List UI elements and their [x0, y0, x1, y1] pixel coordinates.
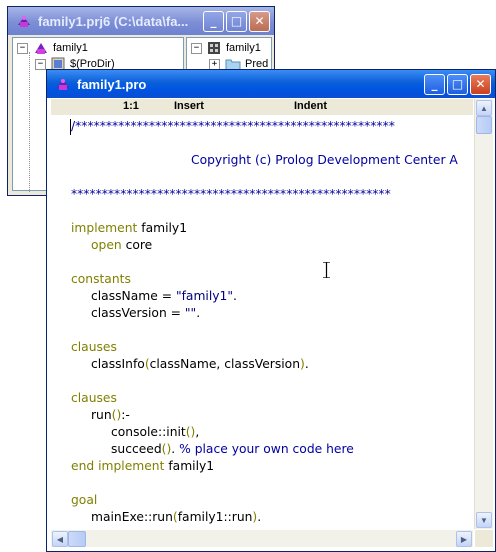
cursor-position: 1:1 — [123, 100, 139, 112]
keyword: open — [91, 238, 122, 252]
vertical-scroll-thumb[interactable] — [476, 116, 492, 134]
code-line: succeed(). % place your own code here — [111, 441, 354, 458]
code-text: . — [171, 442, 180, 456]
code-line: Copyright (c) Prolog Development Center … — [191, 153, 458, 167]
code-line: console::init(), — [111, 424, 199, 441]
expand-icon[interactable]: + — [209, 58, 220, 70]
vertical-scrollbar[interactable]: ▲ ▼ — [474, 99, 493, 529]
indent-mode: Indent — [294, 100, 327, 112]
identifier: family1 — [164, 459, 215, 473]
code-text: . — [304, 357, 309, 371]
editor-window-title: family1.pro — [77, 76, 147, 92]
project-maximize-button[interactable]: □ — [226, 10, 247, 32]
code-line: run():- — [91, 407, 130, 424]
code-text: className = — [91, 289, 176, 303]
code-line: implement family1 — [71, 220, 187, 237]
paren: () — [185, 425, 196, 439]
editor-maximize-button[interactable]: □ — [447, 73, 468, 95]
code-line: /***************************************… — [71, 119, 395, 133]
scroll-right-button[interactable]: ▶ — [456, 531, 472, 547]
code-text: . — [257, 510, 262, 524]
insert-mode: Insert — [174, 100, 204, 112]
horizontal-scroll-thumb[interactable] — [68, 531, 86, 547]
keyword: end implement — [71, 459, 165, 473]
code-text: mainExe::run — [91, 510, 173, 524]
scroll-left-button[interactable]: ◀ — [52, 531, 68, 547]
editor-status-ruler: 1:1 Insert Indent — [51, 99, 473, 115]
code-line: open core — [91, 237, 152, 254]
code-text: . — [233, 289, 237, 303]
code-line: constants — [71, 272, 131, 286]
code-text: run — [91, 408, 112, 422]
package-icon — [208, 42, 220, 54]
code-line: ****************************************… — [71, 187, 391, 201]
ibeam-cursor-icon — [323, 262, 330, 278]
code-text: classInfo — [91, 357, 145, 371]
code-line: clauses — [71, 340, 117, 354]
string-literal: "family1" — [175, 289, 234, 303]
horizontal-scrollbar[interactable]: ◀ ▶ — [51, 530, 473, 547]
paren: () — [111, 408, 122, 422]
project-window-icon — [18, 16, 30, 27]
collapse-icon[interactable]: − — [17, 42, 28, 54]
tree-item-family1-pkg[interactable]: − family1 — [191, 40, 261, 56]
code-line: classVersion = "". — [91, 305, 200, 322]
paren: () — [161, 442, 172, 456]
editor-window[interactable]: family1.pro _ □ ✕ 1:1 Insert Indent /***… — [46, 69, 496, 552]
code-text: :- — [121, 408, 130, 422]
code-line: goal — [71, 493, 98, 507]
tree-item-label: family1 — [53, 42, 88, 54]
code-text: console::init — [111, 425, 186, 439]
project-minimize-button[interactable]: _ — [203, 10, 224, 32]
code-text: classVersion = — [91, 306, 185, 320]
code-line: className = "family1". — [91, 288, 237, 305]
project-title-bar[interactable]: family1.prj6 (C:\data\fa... _ □ ✕ — [8, 7, 274, 35]
code-line: mainExe::run(family1::run). — [91, 509, 261, 526]
editor-minimize-button[interactable]: _ — [424, 73, 445, 95]
editor-close-button[interactable]: ✕ — [470, 73, 491, 95]
code-text: className, classVersion — [149, 357, 300, 371]
tree-item-label: family1 — [226, 42, 261, 54]
tree-guide-line — [29, 52, 30, 192]
code-line: end implement family1 — [71, 458, 214, 475]
code-text: . — [196, 306, 201, 320]
identifier: family1 — [137, 221, 188, 235]
string-literal: "" — [184, 306, 197, 320]
tree-item-family1[interactable]: − family1 — [17, 40, 88, 56]
collapse-icon[interactable]: − — [191, 42, 202, 54]
identifier: core — [121, 238, 153, 252]
editor-title-bar[interactable]: family1.pro _ □ ✕ — [47, 70, 495, 98]
project-icon — [35, 43, 47, 54]
code-comment: % place your own code here — [179, 442, 354, 456]
keyword: implement — [71, 221, 138, 235]
editor-window-icon — [57, 79, 69, 90]
project-close-button[interactable]: ✕ — [249, 10, 270, 32]
code-editor[interactable]: /***************************************… — [51, 115, 473, 529]
code-line: clauses — [71, 391, 117, 405]
scroll-up-button[interactable]: ▲ — [476, 100, 492, 116]
code-text: family1::run — [177, 510, 253, 524]
project-window-title: family1.prj6 (C:\data\fa... — [38, 13, 189, 29]
code-text: , — [195, 425, 200, 439]
scroll-down-button[interactable]: ▼ — [476, 512, 492, 528]
resize-grip[interactable] — [475, 530, 493, 547]
code-text: succeed — [111, 442, 162, 456]
code-line: classInfo(className, classVersion). — [91, 356, 309, 373]
collapse-icon[interactable]: − — [35, 58, 46, 70]
